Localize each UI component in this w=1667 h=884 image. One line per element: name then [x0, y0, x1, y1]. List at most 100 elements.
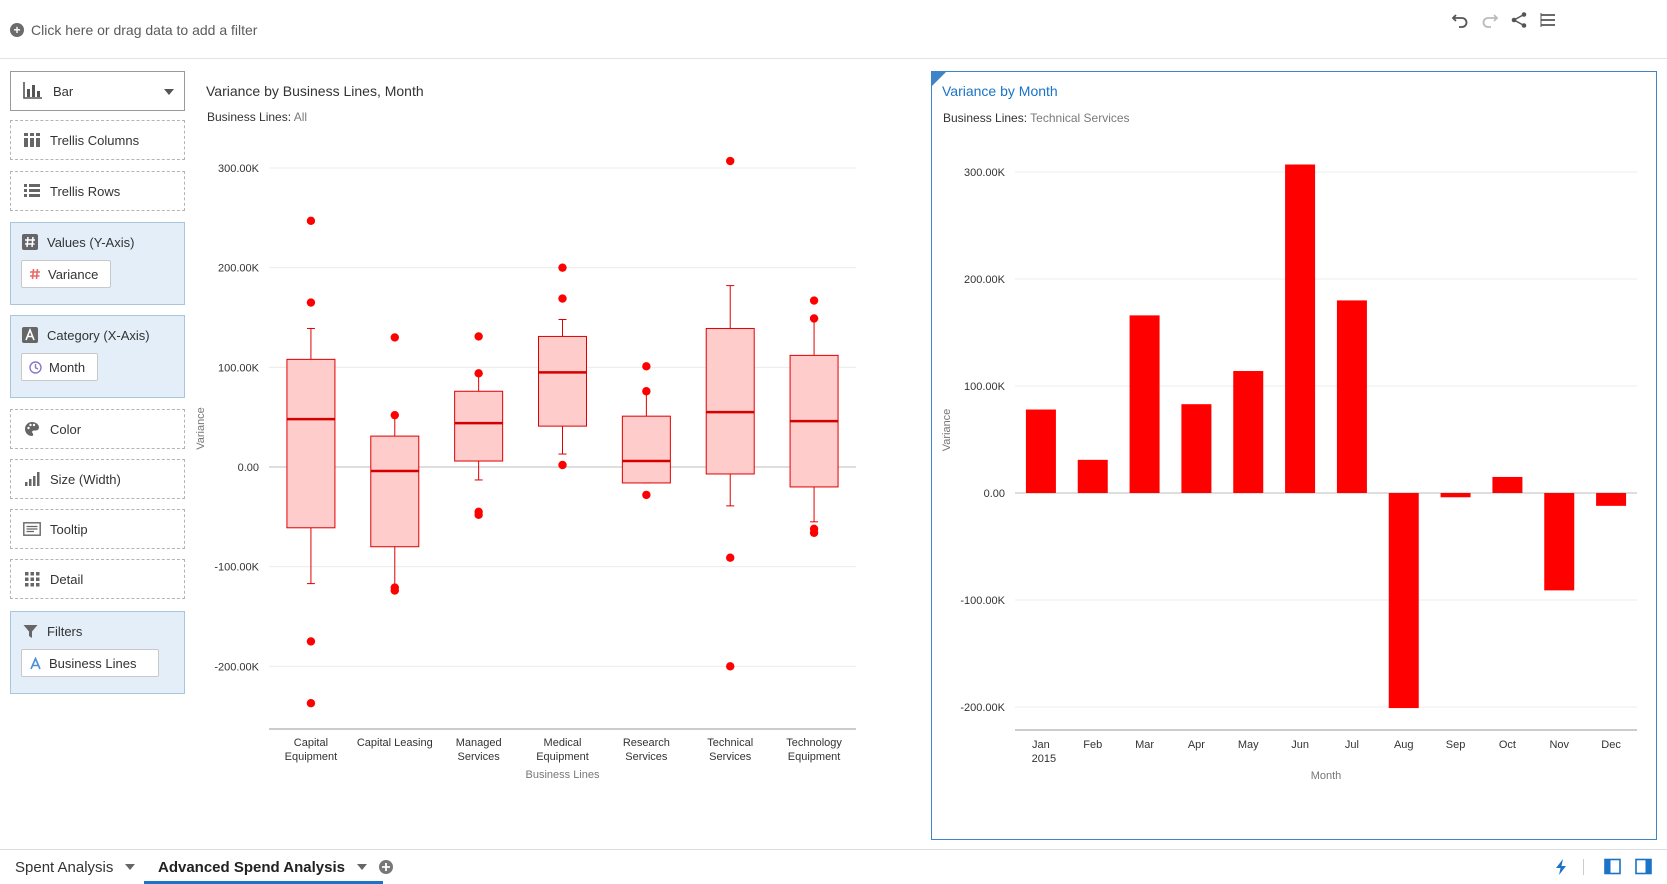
outlier-point: [809, 528, 819, 537]
business-lines-filter-label: Business Lines: [49, 655, 137, 671]
x-tick-label: Services: [709, 751, 752, 763]
palette-icon: [23, 421, 41, 437]
category-x-axis-label: Category (X-Axis): [47, 327, 150, 343]
outlier-point: [474, 510, 483, 520]
box: [454, 390, 504, 462]
chevron-down-icon[interactable]: [125, 864, 136, 870]
x-tick-label: May: [1238, 739, 1259, 751]
trellis-rows-icon: [23, 184, 41, 198]
outlier-point: [558, 294, 567, 303]
bar: [1077, 459, 1108, 493]
boxplot-visualization[interactable]: Variance by Business Lines, Month Busine…: [196, 71, 916, 841]
x-tick-label: Equipment: [536, 751, 589, 763]
outlier-point: [306, 637, 316, 646]
x-tick-label: Feb: [1083, 739, 1102, 751]
bar: [1181, 404, 1212, 493]
y-tick-label: 0.00: [984, 488, 1005, 500]
outlier-point: [558, 460, 567, 470]
measure-hash-icon: [29, 268, 41, 280]
values-y-axis-label: Values (Y-Axis): [47, 234, 135, 250]
outlier-point: [642, 490, 651, 500]
filters-label: Filters: [47, 623, 83, 639]
outlier-point: [809, 296, 819, 305]
x-tick-label: Technology: [786, 737, 842, 749]
color-label: Color: [50, 421, 82, 437]
canvas-tab-bar: Spent Analysis Advanced Spend Analysis: [0, 849, 1667, 884]
add-filter-button[interactable]: + Click here or drag data to add a filte…: [10, 22, 257, 38]
outlier-point: [726, 553, 735, 562]
bar: [1336, 300, 1367, 493]
category-x-axis-dropzone[interactable]: Category (X-Axis) Month: [10, 315, 185, 398]
y-tick-label: 200.00K: [964, 274, 1006, 286]
size-bars-icon: [23, 471, 41, 487]
month-field-pill[interactable]: Month: [21, 353, 99, 381]
trellis-columns-dropzone[interactable]: Trellis Columns: [10, 120, 185, 160]
filters-dropzone[interactable]: Filters Business Lines: [10, 611, 185, 694]
bar: [1233, 371, 1264, 493]
clock-icon: [29, 360, 42, 374]
x-tick-label: Equipment: [285, 751, 338, 763]
x-tick-label: Medical: [544, 737, 582, 749]
chevron-down-icon: [164, 89, 174, 95]
outlier-point: [474, 369, 483, 378]
filter-bar: + Click here or drag data to add a filte…: [0, 0, 1667, 59]
business-lines-filter-pill[interactable]: Business Lines: [21, 649, 160, 677]
tooltip-dropzone[interactable]: Tooltip: [10, 509, 185, 549]
y-axis-title: Variance: [941, 409, 953, 452]
x-tick-sublabel: 2015: [1032, 753, 1056, 765]
attribute-a-icon: [29, 656, 42, 670]
bar: [1492, 476, 1523, 493]
right-panel-toggle-icon[interactable]: [1635, 858, 1653, 876]
trellis-columns-label: Trellis Columns: [50, 132, 140, 148]
x-tick-label: Services: [458, 751, 501, 763]
x-tick-label: Apr: [1188, 739, 1205, 751]
chevron-down-icon[interactable]: [357, 864, 368, 870]
trellis-columns-icon: [23, 133, 41, 147]
add-canvas-icon[interactable]: [378, 859, 394, 875]
tab-label: Advanced Spend Analysis: [158, 858, 346, 876]
bar-visualization[interactable]: Variance by Month Business Lines: Techni…: [931, 71, 1657, 840]
x-tick-label: Jun: [1291, 739, 1309, 751]
detail-dropzone[interactable]: Detail: [10, 559, 185, 599]
x-tick-label: Managed: [456, 737, 502, 749]
funnel-icon: [21, 622, 39, 640]
x-tick-label: Jul: [1345, 739, 1359, 751]
bar: [1596, 493, 1627, 506]
bar: [1285, 164, 1316, 493]
outlier-point: [726, 662, 735, 671]
size-width-dropzone[interactable]: Size (Width): [10, 459, 185, 499]
x-tick-label: Technical: [707, 737, 753, 749]
x-tick-label: Nov: [1549, 739, 1569, 751]
redo-icon[interactable]: [1478, 8, 1502, 32]
attribute-a-icon: [21, 326, 39, 344]
hash-icon: [21, 233, 39, 251]
color-dropzone[interactable]: Color: [10, 409, 185, 449]
tab-spent-analysis[interactable]: Spent Analysis: [15, 850, 136, 884]
share-icon[interactable]: [1507, 8, 1531, 32]
x-tick-label: Oct: [1499, 739, 1516, 751]
trellis-rows-dropzone[interactable]: Trellis Rows: [10, 171, 185, 211]
outlier-point: [474, 332, 483, 341]
outlier-point: [306, 216, 316, 226]
y-tick-label: -200.00K: [214, 661, 259, 673]
menu-icon[interactable]: [1536, 8, 1560, 32]
tooltip-label: Tooltip: [50, 521, 88, 537]
values-y-axis-dropzone[interactable]: Values (Y-Axis) Variance: [10, 222, 185, 305]
left-panel-toggle-icon[interactable]: [1604, 858, 1622, 876]
y-tick-label: 0.00: [238, 462, 259, 474]
y-tick-label: 100.00K: [218, 362, 260, 374]
chart-type-select[interactable]: Bar: [10, 71, 185, 111]
divider: [1583, 859, 1584, 875]
variance-field-pill[interactable]: Variance: [21, 260, 112, 288]
bar: [1129, 315, 1160, 493]
lightning-icon[interactable]: [1552, 858, 1570, 876]
x-axis-title: Business Lines: [526, 769, 600, 781]
variance-field-label: Variance: [48, 266, 99, 282]
boxplot-chart: 300.00K 200.00K 100.00K 0.00 -100.00K -200.00…: [196, 156, 856, 781]
tab-advanced-spend-analysis[interactable]: Advanced Spend Analysis: [143, 850, 384, 884]
undo-icon[interactable]: [1448, 8, 1472, 32]
add-circle-icon: +: [10, 23, 24, 37]
outlier-point: [306, 699, 316, 708]
trellis-rows-label: Trellis Rows: [50, 183, 121, 199]
x-tick-label: Aug: [1394, 739, 1414, 751]
